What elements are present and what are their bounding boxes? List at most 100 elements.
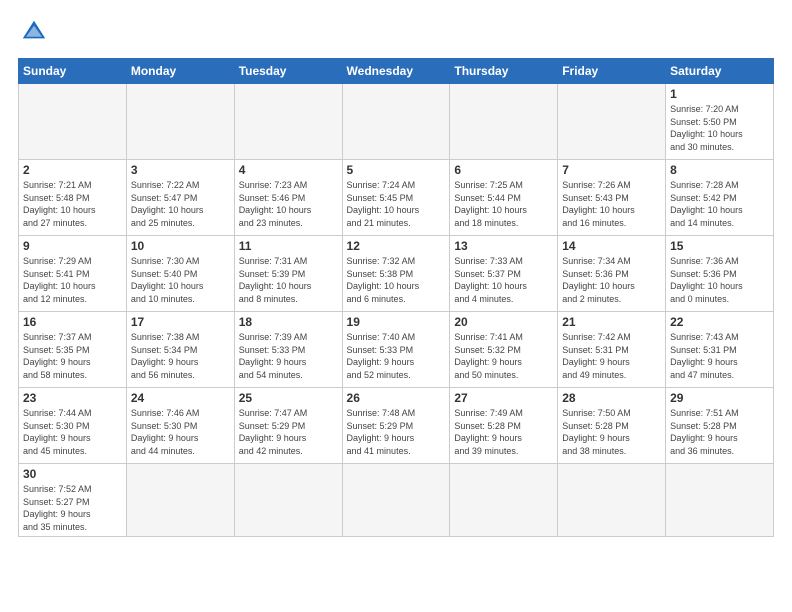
day-info: Sunrise: 7:21 AMSunset: 5:48 PMDaylight:… xyxy=(23,179,122,229)
day-info: Sunrise: 7:31 AMSunset: 5:39 PMDaylight:… xyxy=(239,255,338,305)
calendar-cell: 4 Sunrise: 7:23 AMSunset: 5:46 PMDaylight… xyxy=(234,160,342,236)
calendar-cell xyxy=(558,464,666,537)
calendar-cell xyxy=(342,464,450,537)
day-info: Sunrise: 7:41 AMSunset: 5:32 PMDaylight:… xyxy=(454,331,553,381)
calendar-cell: 30 Sunrise: 7:52 AMSunset: 5:27 PMDayligh… xyxy=(19,464,127,537)
day-info: Sunrise: 7:24 AMSunset: 5:45 PMDaylight:… xyxy=(347,179,446,229)
day-number: 12 xyxy=(347,239,446,253)
calendar-cell: 3 Sunrise: 7:22 AMSunset: 5:47 PMDaylight… xyxy=(126,160,234,236)
day-number: 4 xyxy=(239,163,338,177)
day-number: 17 xyxy=(131,315,230,329)
calendar-day-header: Wednesday xyxy=(342,59,450,84)
day-number: 13 xyxy=(454,239,553,253)
header xyxy=(18,16,774,48)
calendar-cell: 29 Sunrise: 7:51 AMSunset: 5:28 PMDayligh… xyxy=(666,388,774,464)
calendar-cell: 7 Sunrise: 7:26 AMSunset: 5:43 PMDaylight… xyxy=(558,160,666,236)
calendar-cell: 25 Sunrise: 7:47 AMSunset: 5:29 PMDayligh… xyxy=(234,388,342,464)
calendar-week-row: 9 Sunrise: 7:29 AMSunset: 5:41 PMDaylight… xyxy=(19,236,774,312)
calendar-cell xyxy=(450,84,558,160)
calendar-cell xyxy=(234,464,342,537)
day-number: 10 xyxy=(131,239,230,253)
day-number: 7 xyxy=(562,163,661,177)
day-info: Sunrise: 7:47 AMSunset: 5:29 PMDaylight:… xyxy=(239,407,338,457)
day-number: 29 xyxy=(670,391,769,405)
day-info: Sunrise: 7:30 AMSunset: 5:40 PMDaylight:… xyxy=(131,255,230,305)
calendar-day-header: Tuesday xyxy=(234,59,342,84)
calendar-cell: 26 Sunrise: 7:48 AMSunset: 5:29 PMDayligh… xyxy=(342,388,450,464)
calendar-cell: 18Sunrise: 7:39 AMSunset: 5:33 PMDayligh… xyxy=(234,312,342,388)
day-number: 11 xyxy=(239,239,338,253)
day-number: 22 xyxy=(670,315,769,329)
day-number: 24 xyxy=(131,391,230,405)
day-info: Sunrise: 7:20 AMSunset: 5:50 PMDaylight:… xyxy=(670,103,769,153)
day-info: Sunrise: 7:51 AMSunset: 5:28 PMDaylight:… xyxy=(670,407,769,457)
calendar-cell xyxy=(126,464,234,537)
day-number: 15 xyxy=(670,239,769,253)
calendar-header-row: SundayMondayTuesdayWednesdayThursdayFrid… xyxy=(19,59,774,84)
calendar-cell xyxy=(19,84,127,160)
day-info: Sunrise: 7:48 AMSunset: 5:29 PMDaylight:… xyxy=(347,407,446,457)
day-info: Sunrise: 7:23 AMSunset: 5:46 PMDaylight:… xyxy=(239,179,338,229)
day-info: Sunrise: 7:40 AMSunset: 5:33 PMDaylight:… xyxy=(347,331,446,381)
day-info: Sunrise: 7:42 AMSunset: 5:31 PMDaylight:… xyxy=(562,331,661,381)
day-number: 28 xyxy=(562,391,661,405)
calendar-cell: 27 Sunrise: 7:49 AMSunset: 5:28 PMDayligh… xyxy=(450,388,558,464)
day-number: 19 xyxy=(347,315,446,329)
day-number: 9 xyxy=(23,239,122,253)
calendar-cell: 9 Sunrise: 7:29 AMSunset: 5:41 PMDaylight… xyxy=(19,236,127,312)
calendar-week-row: 1Sunrise: 7:20 AMSunset: 5:50 PMDaylight… xyxy=(19,84,774,160)
day-number: 30 xyxy=(23,467,122,481)
day-info: Sunrise: 7:29 AMSunset: 5:41 PMDaylight:… xyxy=(23,255,122,305)
calendar-cell: 22 Sunrise: 7:43 AMSunset: 5:31 PMDayligh… xyxy=(666,312,774,388)
day-info: Sunrise: 7:34 AMSunset: 5:36 PMDaylight:… xyxy=(562,255,661,305)
day-info: Sunrise: 7:26 AMSunset: 5:43 PMDaylight:… xyxy=(562,179,661,229)
day-info: Sunrise: 7:28 AMSunset: 5:42 PMDaylight:… xyxy=(670,179,769,229)
calendar-cell: 20 Sunrise: 7:41 AMSunset: 5:32 PMDayligh… xyxy=(450,312,558,388)
calendar-cell: 11 Sunrise: 7:31 AMSunset: 5:39 PMDayligh… xyxy=(234,236,342,312)
calendar-cell: 21Sunrise: 7:42 AMSunset: 5:31 PMDayligh… xyxy=(558,312,666,388)
calendar-cell xyxy=(450,464,558,537)
calendar-cell: 15 Sunrise: 7:36 AMSunset: 5:36 PMDayligh… xyxy=(666,236,774,312)
day-info: Sunrise: 7:22 AMSunset: 5:47 PMDaylight:… xyxy=(131,179,230,229)
day-info: Sunrise: 7:46 AMSunset: 5:30 PMDaylight:… xyxy=(131,407,230,457)
calendar-day-header: Monday xyxy=(126,59,234,84)
day-number: 16 xyxy=(23,315,122,329)
day-number: 26 xyxy=(347,391,446,405)
logo xyxy=(18,16,54,48)
calendar-cell: 10 Sunrise: 7:30 AMSunset: 5:40 PMDayligh… xyxy=(126,236,234,312)
calendar-week-row: 2Sunrise: 7:21 AMSunset: 5:48 PMDaylight… xyxy=(19,160,774,236)
day-number: 23 xyxy=(23,391,122,405)
calendar-day-header: Friday xyxy=(558,59,666,84)
day-info: Sunrise: 7:49 AMSunset: 5:28 PMDaylight:… xyxy=(454,407,553,457)
calendar-cell: 1Sunrise: 7:20 AMSunset: 5:50 PMDaylight… xyxy=(666,84,774,160)
day-info: Sunrise: 7:32 AMSunset: 5:38 PMDaylight:… xyxy=(347,255,446,305)
calendar-cell: 5 Sunrise: 7:24 AMSunset: 5:45 PMDaylight… xyxy=(342,160,450,236)
calendar-cell xyxy=(558,84,666,160)
day-number: 25 xyxy=(239,391,338,405)
calendar-week-row: 16Sunrise: 7:37 AMSunset: 5:35 PMDayligh… xyxy=(19,312,774,388)
calendar-week-row: 23 Sunrise: 7:44 AMSunset: 5:30 PMDayligh… xyxy=(19,388,774,464)
day-info: Sunrise: 7:50 AMSunset: 5:28 PMDaylight:… xyxy=(562,407,661,457)
logo-icon xyxy=(18,16,50,48)
day-number: 20 xyxy=(454,315,553,329)
calendar-cell xyxy=(126,84,234,160)
calendar-cell: 24 Sunrise: 7:46 AMSunset: 5:30 PMDayligh… xyxy=(126,388,234,464)
calendar: SundayMondayTuesdayWednesdayThursdayFrid… xyxy=(18,58,774,537)
calendar-cell: 6Sunrise: 7:25 AMSunset: 5:44 PMDaylight… xyxy=(450,160,558,236)
day-number: 18 xyxy=(239,315,338,329)
calendar-cell: 16Sunrise: 7:37 AMSunset: 5:35 PMDayligh… xyxy=(19,312,127,388)
day-info: Sunrise: 7:43 AMSunset: 5:31 PMDaylight:… xyxy=(670,331,769,381)
calendar-cell: 28 Sunrise: 7:50 AMSunset: 5:28 PMDayligh… xyxy=(558,388,666,464)
calendar-cell: 2Sunrise: 7:21 AMSunset: 5:48 PMDaylight… xyxy=(19,160,127,236)
calendar-cell xyxy=(234,84,342,160)
calendar-cell: 17Sunrise: 7:38 AMSunset: 5:34 PMDayligh… xyxy=(126,312,234,388)
page: SundayMondayTuesdayWednesdayThursdayFrid… xyxy=(0,0,792,612)
day-number: 6 xyxy=(454,163,553,177)
calendar-week-row: 30 Sunrise: 7:52 AMSunset: 5:27 PMDayligh… xyxy=(19,464,774,537)
day-number: 3 xyxy=(131,163,230,177)
day-info: Sunrise: 7:36 AMSunset: 5:36 PMDaylight:… xyxy=(670,255,769,305)
day-info: Sunrise: 7:44 AMSunset: 5:30 PMDaylight:… xyxy=(23,407,122,457)
day-info: Sunrise: 7:52 AMSunset: 5:27 PMDaylight:… xyxy=(23,483,122,533)
day-number: 27 xyxy=(454,391,553,405)
day-number: 5 xyxy=(347,163,446,177)
